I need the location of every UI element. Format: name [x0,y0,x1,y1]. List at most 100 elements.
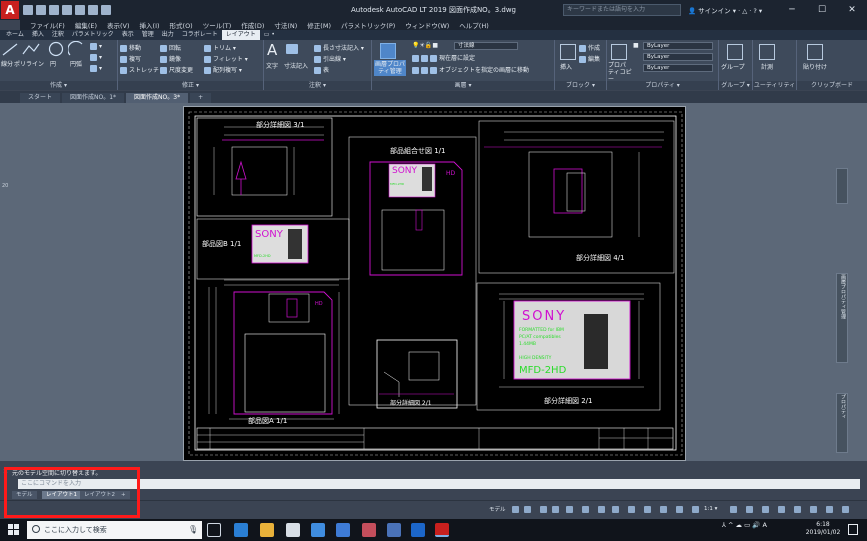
palette-strip-top[interactable] [836,168,848,204]
close-button[interactable]: ✕ [837,0,867,20]
drawing-canvas[interactable]: 部分詳細図 3/1 部品組合せ図 1/1 SONY MFD-2HD HD 部分詳… [184,107,687,462]
menu-modify[interactable]: 修正(M) [307,20,331,30]
autocad-taskbar-icon[interactable] [435,523,449,537]
transparency-icon[interactable] [628,506,635,513]
tab-layout[interactable]: レイアウト [221,30,260,40]
tab-options[interactable]: ▭ • [260,30,279,40]
lineweight-icon[interactable] [612,506,619,513]
menu-format[interactable]: 形式(O) [170,20,193,30]
grid-icon[interactable] [512,506,519,513]
polyline-tool[interactable] [22,42,40,58]
linetype-dropdown[interactable]: ByLayer [643,53,713,61]
add-layout-button[interactable]: + [117,491,130,499]
open-icon[interactable] [36,5,46,15]
layer-properties-button[interactable]: 画層プロパティ管理 [374,60,406,76]
linear-dim-button[interactable]: 長さ寸法記入 ▾ [314,43,364,52]
media-icon[interactable] [362,523,376,537]
new-tab-button[interactable]: + [190,93,212,103]
maximize-button[interactable]: ☐ [807,0,837,20]
leader-button[interactable]: 引出線 ▾ [314,54,346,63]
gradient-tool[interactable]: ▾ [90,65,102,72]
copy-button[interactable]: 複写 [120,54,141,63]
otrack-icon[interactable] [582,506,589,513]
drawing-area[interactable]: 20 部分詳細図 3/1 部品組合せ図 1/1 SONY MFD-2HD HD … [0,103,867,461]
hatch-tool[interactable]: ▾ [90,54,102,61]
move-to-layer-button[interactable]: オブジェクトを指定の画層に移動 [412,65,529,74]
workspace-gear-icon[interactable] [730,506,737,513]
modify-panel-title[interactable]: 修正 ▾ [118,81,263,90]
tab-collaborate[interactable]: コラボレート [178,30,222,40]
layout-paper[interactable]: 部分詳細図 3/1 部品組合せ図 1/1 SONY MFD-2HD HD 部分詳… [183,106,686,461]
create-block-button[interactable]: 作成 [579,43,600,52]
menu-draw[interactable]: 作成(D) [241,20,264,30]
menu-view[interactable]: 表示(V) [107,20,130,30]
tab-parametric[interactable]: パラメトリック [68,30,118,40]
tab-annotate[interactable]: 注釈 [48,30,68,40]
units-icon[interactable] [762,506,769,513]
tab-home[interactable]: ホーム [2,30,28,40]
edit-block-button[interactable]: 編集 [579,54,600,63]
menu-help[interactable]: ヘルプ(H) [459,20,488,30]
move-button[interactable]: 移動 [120,43,141,52]
trim-button[interactable]: トリム ▾ [204,43,236,52]
app-icon-blue[interactable] [336,523,350,537]
store-icon[interactable] [311,523,325,537]
properties-palette[interactable]: プロパティ [836,393,848,453]
circle-tool[interactable] [48,41,64,59]
group-icon[interactable] [727,44,743,60]
layout-tab-layout2[interactable]: レイアウト2 [80,491,119,499]
microphone-icon[interactable]: 🎙 [188,525,198,534]
groups-panel-title[interactable]: グループ ▾ [719,81,752,90]
menu-insert[interactable]: 挿入(I) [140,20,160,30]
taskbar-search-input[interactable]: ここに入力して検索 [27,521,202,539]
command-close-icon[interactable]: ✕ [3,468,8,475]
tab-insert[interactable]: 挿入 [28,30,48,40]
fullscreen-icon[interactable] [842,506,849,513]
line-tool[interactable] [2,42,18,58]
command-input[interactable]: ここにコマンドを入力 [18,479,860,489]
stretch-button[interactable]: ストレッチ [120,65,159,74]
layer-dropdown[interactable]: 寸法線 [454,42,518,50]
table-button[interactable]: 表 [314,65,329,74]
autocad-logo-button[interactable]: A [1,1,19,19]
layer-properties-icon[interactable] [380,43,396,59]
color-dropdown[interactable]: ByLayer [643,42,713,50]
plot-icon[interactable] [75,5,85,15]
rectangle-tool[interactable]: ▾ [90,43,102,50]
hardware-accel-icon[interactable] [794,506,801,513]
annotation-icon[interactable] [660,506,667,513]
tab-view[interactable]: 表示 [118,30,138,40]
layers-panel-title[interactable]: 画層 ▾ [372,81,554,90]
osnap-icon[interactable] [566,506,573,513]
model-space-toggle[interactable]: モデル [489,505,506,513]
notification-icon[interactable] [848,524,858,535]
clean-screen-icon[interactable] [810,506,817,513]
annotation-scale[interactable]: 1:1 ▾ [704,506,717,512]
menu-tools[interactable]: ツール(T) [203,20,232,30]
polar-icon[interactable] [552,506,559,513]
scale-button[interactable]: 尺度変更 [160,65,193,74]
menu-dimension[interactable]: 寸法(N) [274,20,297,30]
lineweight-dropdown[interactable]: ByLayer [643,64,713,72]
set-current-button[interactable]: 現在層に設定 [412,53,475,62]
new-icon[interactable] [23,5,33,15]
save-as-icon[interactable] [62,5,72,15]
customize-icon[interactable] [826,506,833,513]
save-icon[interactable] [49,5,59,15]
snap-icon[interactable] [524,506,531,513]
isolate-icon[interactable] [778,506,785,513]
edge-browser-icon[interactable] [234,523,248,537]
file-explorer-icon[interactable] [260,523,274,537]
dimension-icon[interactable] [286,44,300,54]
layout-tab-layout1[interactable]: レイアウト1 [42,491,81,499]
taskbar-clock[interactable]: 6:18 2019/01/02 [803,521,843,537]
menu-edit[interactable]: 編集(E) [75,20,97,30]
menu-parametric[interactable]: パラメトリック(P) [341,20,395,30]
paste-icon[interactable] [807,44,823,60]
dynamic-ucs-icon[interactable] [598,506,605,513]
undo-icon[interactable] [88,5,98,15]
autoscale-icon[interactable] [676,506,683,513]
doc-tab-drawing3[interactable]: 図面作成NO。3* [126,93,189,103]
layer-properties-palette[interactable]: 画層プロパティ管理 [836,273,848,363]
ime-indicator[interactable]: A [762,521,766,529]
